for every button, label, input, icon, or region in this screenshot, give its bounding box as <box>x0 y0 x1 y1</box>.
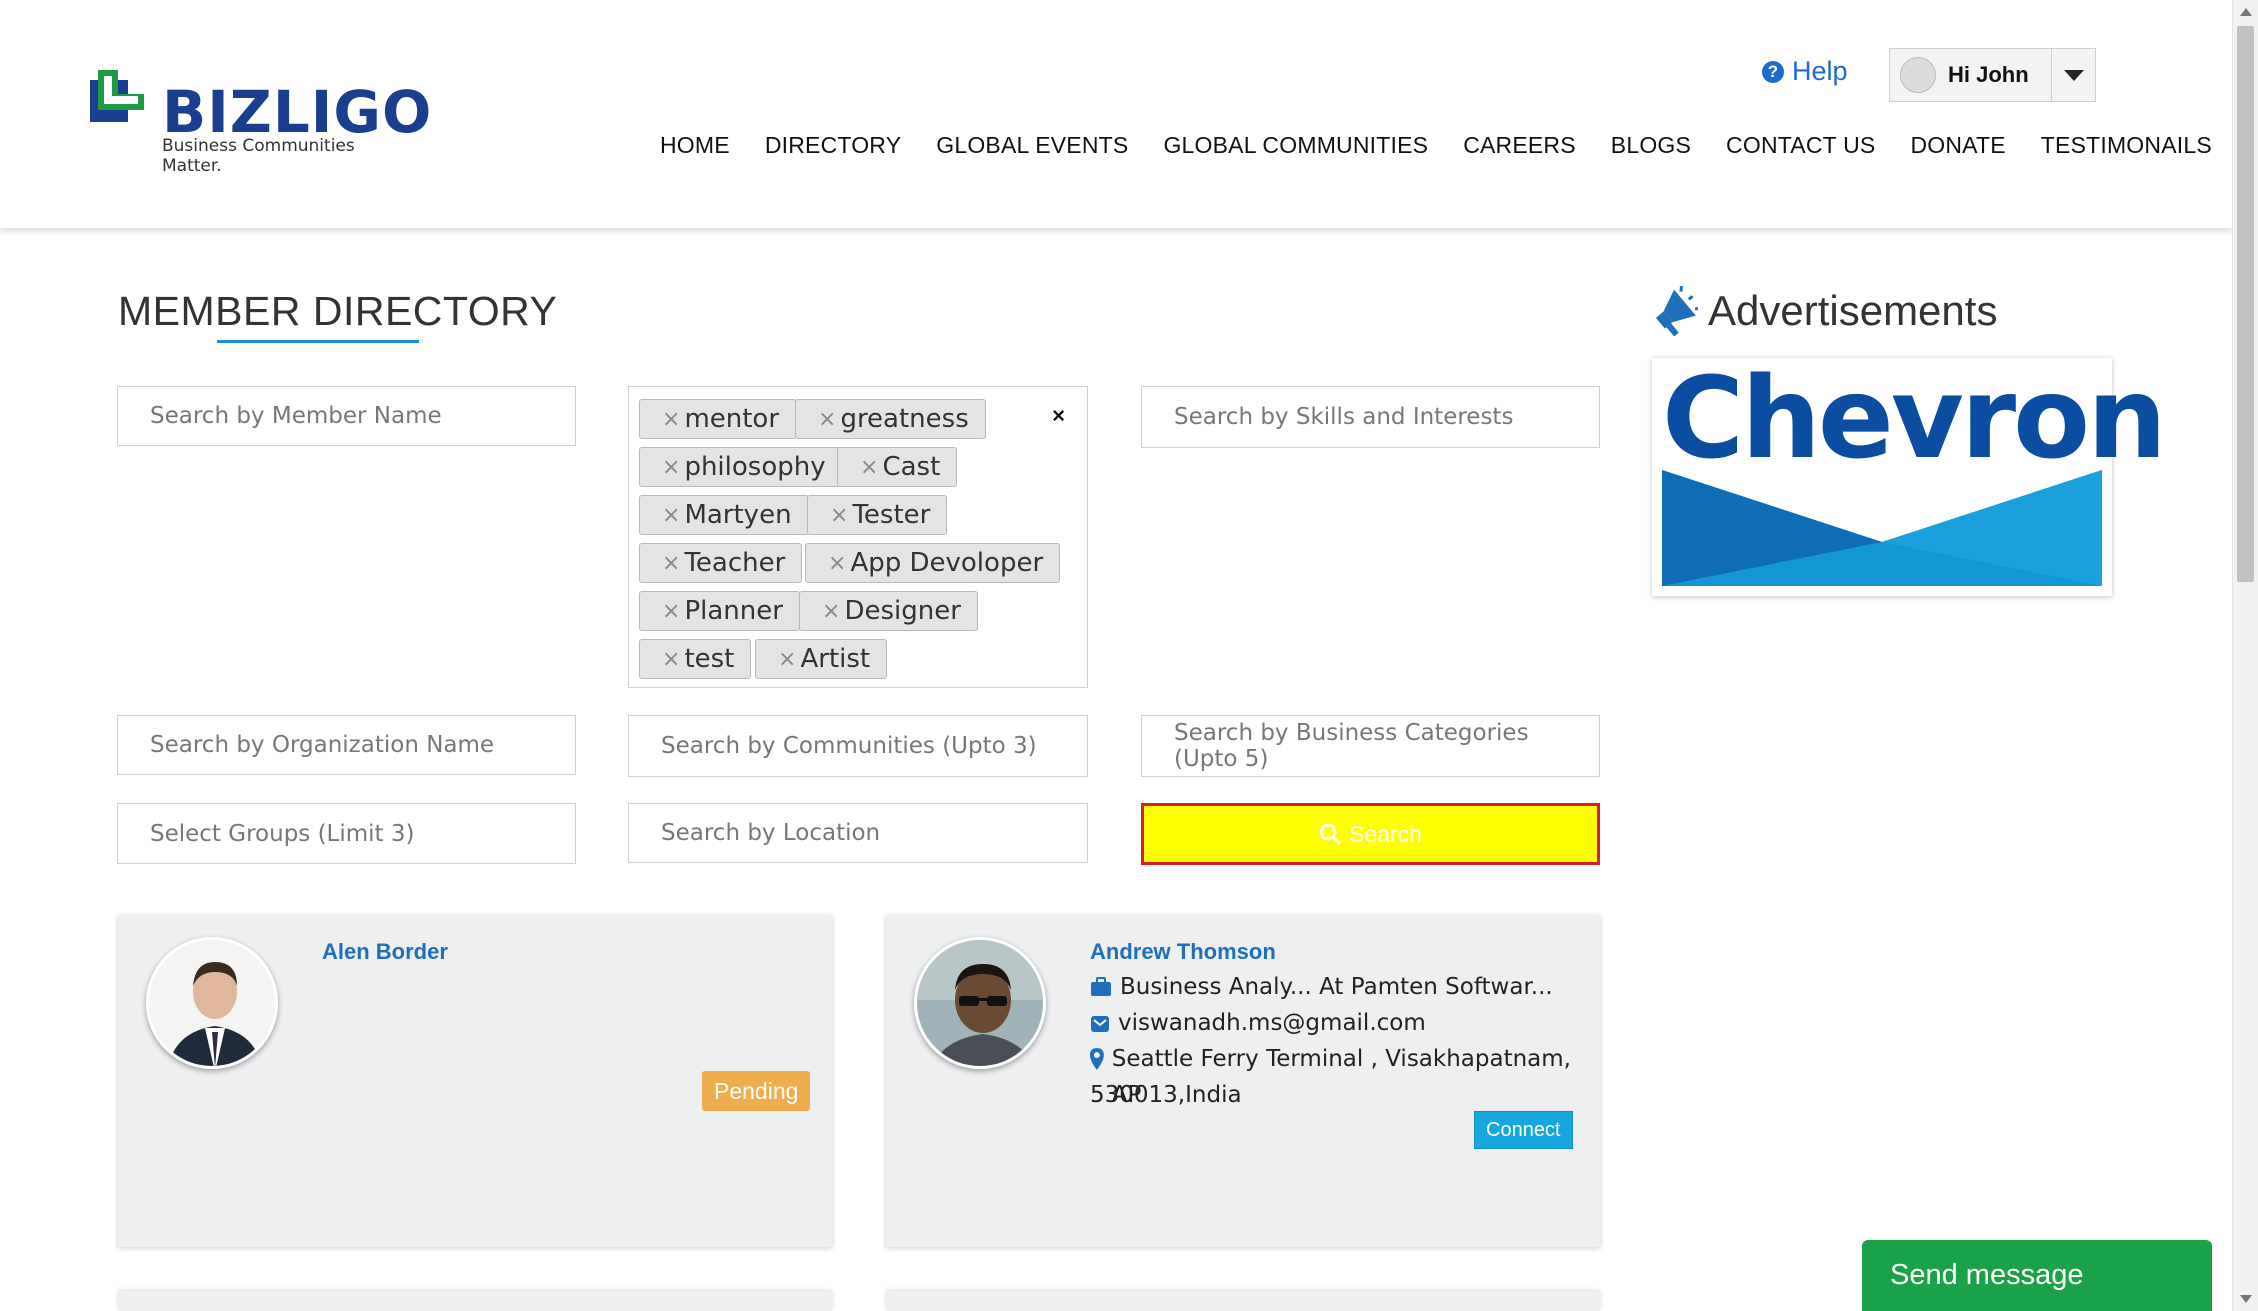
search-icon <box>1319 823 1341 845</box>
logo-tagline: Business Communities Matter. <box>162 136 355 176</box>
page-title: MEMBER DIRECTORY <box>118 288 558 334</box>
nav-global-events[interactable]: GLOBAL EVENTS <box>936 132 1128 159</box>
help-link[interactable]: ? Help <box>1762 56 1848 87</box>
tag-chip[interactable]: × test <box>639 639 752 679</box>
envelope-icon <box>1091 1016 1109 1032</box>
tag-chip[interactable]: × App Devoloper <box>805 543 1061 583</box>
tag-chip[interactable]: × Martyen <box>639 495 809 535</box>
user-avatar <box>1900 57 1936 93</box>
member-avatar[interactable] <box>146 937 278 1069</box>
search-button-label: Search <box>1349 820 1422 847</box>
remove-tag-icon[interactable]: × <box>778 647 796 672</box>
nav-home[interactable]: HOME <box>660 132 730 159</box>
member-card <box>886 1291 1600 1311</box>
nav-global-communities[interactable]: GLOBAL COMMUNITIES <box>1163 132 1428 159</box>
member-email: viswanadh.ms@gmail.com <box>1090 1005 1426 1041</box>
remove-tag-icon[interactable]: × <box>662 599 680 624</box>
tag-chip[interactable]: × greatness <box>795 399 986 439</box>
main-nav: HOME DIRECTORY GLOBAL EVENTS GLOBAL COMM… <box>660 132 2212 159</box>
nav-contact-us[interactable]: CONTACT US <box>1726 132 1875 159</box>
tag-chip[interactable]: × Teacher <box>639 543 803 583</box>
skills-interests-input[interactable]: Search by Skills and Interests <box>1141 386 1600 448</box>
status-badge: Pending <box>702 1071 811 1111</box>
user-menu[interactable]: Hi John <box>1889 48 2096 102</box>
member-card <box>118 1291 832 1311</box>
nav-careers[interactable]: CAREERS <box>1463 132 1576 159</box>
member-name-input[interactable]: Search by Member Name <box>117 386 576 446</box>
clear-tags-button[interactable]: × <box>1052 403 1065 429</box>
search-button[interactable]: Search <box>1141 803 1600 865</box>
location-input[interactable]: Search by Location <box>628 803 1088 863</box>
remove-tag-icon[interactable]: × <box>860 455 878 480</box>
logo-mark-icon <box>90 70 144 122</box>
user-greeting: Hi John <box>1948 62 2029 87</box>
nav-blogs[interactable]: BLOGS <box>1611 132 1691 159</box>
tags-multiselect[interactable]: × × mentor × greatness × philosophy × Cast ×… <box>628 386 1088 688</box>
page-scrollbar[interactable] <box>2232 0 2258 1311</box>
tag-chip[interactable]: × Cast <box>837 447 958 487</box>
business-categories-input[interactable]: Search by Business Categories (Upto 5) <box>1141 715 1600 777</box>
nav-testimonials[interactable]: TESTIMONAILS <box>2041 132 2212 159</box>
remove-tag-icon[interactable]: × <box>662 503 680 528</box>
scrollbar-thumb[interactable] <box>2237 26 2254 582</box>
tag-chip[interactable]: × Designer <box>799 591 978 631</box>
map-marker-icon <box>1090 1048 1104 1070</box>
site-header: BIZLIGO Business Communities Matter. ? H… <box>0 0 2232 228</box>
member-avatar[interactable] <box>914 937 1046 1069</box>
caret-down-icon <box>2063 69 2084 81</box>
tag-chip[interactable]: × Planner <box>639 591 800 631</box>
member-name[interactable]: Alen Border <box>322 939 448 965</box>
nav-donate[interactable]: DONATE <box>1910 132 2005 159</box>
remove-tag-icon[interactable]: × <box>818 407 836 432</box>
remove-tag-icon[interactable]: × <box>662 455 680 480</box>
member-location-cont: 530013,India <box>1090 1082 1242 1108</box>
member-job: Business Analy... At Pamten Softwar... <box>1090 969 1553 1005</box>
tag-chip[interactable]: × mentor <box>639 399 797 439</box>
member-card: Alen Border Pending <box>118 915 832 1247</box>
remove-tag-icon[interactable]: × <box>828 551 846 576</box>
remove-tag-icon[interactable]: × <box>830 503 848 528</box>
title-underline <box>217 340 419 343</box>
user-menu-toggle[interactable] <box>2051 49 2095 101</box>
bizligo-logo[interactable]: BIZLIGO Business Communities Matter. <box>90 66 431 176</box>
send-message-widget[interactable]: Send message <box>1862 1240 2212 1311</box>
ad-brand-name: Chevron <box>1662 354 2167 484</box>
advertisement-banner[interactable]: Chevron <box>1652 354 2167 596</box>
tag-chip[interactable]: × Artist <box>755 639 888 679</box>
ads-header: Advertisements <box>1652 286 1997 336</box>
communities-input[interactable]: Search by Communities (Upto 3) <box>628 715 1088 777</box>
tag-chip[interactable]: × philosophy <box>639 447 843 487</box>
connect-button[interactable]: Connect <box>1474 1111 1573 1149</box>
member-card: Andrew Thomson Business Analy... At Pamt… <box>886 915 1600 1247</box>
help-label: Help <box>1792 56 1848 86</box>
remove-tag-icon[interactable]: × <box>662 407 680 432</box>
nav-directory[interactable]: DIRECTORY <box>765 132 901 159</box>
remove-tag-icon[interactable]: × <box>662 647 680 672</box>
briefcase-icon <box>1091 977 1111 996</box>
scroll-up-arrow-icon[interactable] <box>2240 8 2252 16</box>
chevron-emblem-icon <box>1662 470 2102 586</box>
groups-select[interactable]: Select Groups (Limit 3) <box>117 803 576 864</box>
ads-title: Advertisements <box>1708 287 1998 334</box>
organization-name-input[interactable]: Search by Organization Name <box>117 715 576 775</box>
tag-chip[interactable]: × Tester <box>807 495 948 535</box>
remove-tag-icon[interactable]: × <box>662 551 680 576</box>
remove-tag-icon[interactable]: × <box>822 599 840 624</box>
scroll-down-arrow-icon[interactable] <box>2240 1295 2252 1303</box>
question-circle-icon: ? <box>1762 60 1784 83</box>
member-name[interactable]: Andrew Thomson <box>1090 939 1276 965</box>
megaphone-icon <box>1655 286 1698 336</box>
